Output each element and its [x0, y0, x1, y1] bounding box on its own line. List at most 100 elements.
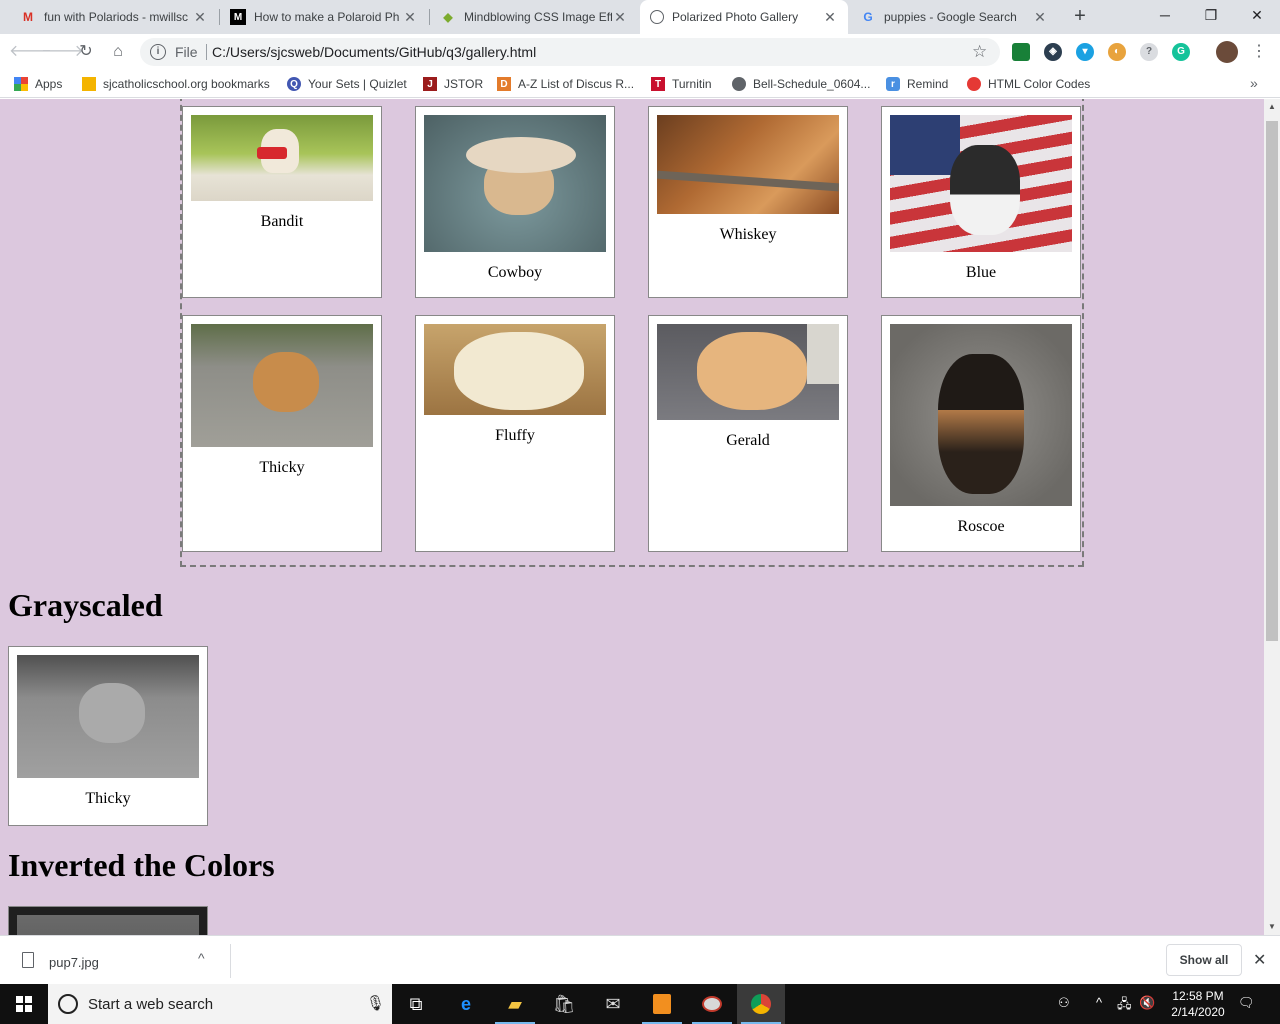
maximize-button[interactable]: ❐ [1188, 0, 1234, 30]
search-placeholder: Start a web search [88, 996, 214, 1013]
bookmark-label: A-Z List of Discus R... [518, 77, 635, 91]
chevron-up-icon[interactable]: ^ [1096, 995, 1102, 1010]
network-icon[interactable]: 🖧 [1117, 995, 1132, 1017]
turnitin-icon: T [651, 77, 665, 91]
new-tab-button[interactable]: + [1068, 5, 1092, 29]
bookmark-star-icon[interactable]: ☆ [972, 42, 987, 62]
bookmark-turnitin[interactable]: T Turnitin [651, 76, 712, 92]
codepen-diamond-icon: ◆ [443, 10, 453, 24]
taskbar-search-box[interactable]: Start a web search 🎙 [48, 984, 392, 1024]
file-explorer-icon[interactable]: ▰ [491, 984, 539, 1024]
medium-icon: M [230, 9, 246, 25]
chrome-icon[interactable] [737, 984, 785, 1024]
show-all-button[interactable]: Show all [1166, 944, 1242, 976]
apps-grid-icon [14, 77, 28, 91]
close-shelf-icon[interactable]: ✕ [1253, 950, 1266, 970]
grammarly-icon[interactable]: G [1172, 43, 1190, 61]
page-viewport: Bandit Cowboy Whiskey Blue Thicky Fluffy… [0, 99, 1264, 935]
sublime-text-icon[interactable] [638, 984, 686, 1024]
tab-strip: M fun with Polariods - mwillsc ✕ M How t… [0, 0, 1280, 34]
bookmark-label: Remind [907, 77, 949, 91]
bookmark-folder-sjcatholicschool[interactable]: sjcatholicschool.org bookmarks [82, 76, 270, 92]
shelf-divider [230, 944, 231, 978]
close-tab-icon[interactable]: ✕ [612, 9, 628, 26]
forward-button[interactable]: 🡒 [41, 39, 84, 65]
edge-icon[interactable]: e [442, 984, 490, 1024]
google-icon: G [863, 10, 873, 24]
tab-medium[interactable]: M How to make a Polaroid Ph ✕ [220, 0, 428, 34]
polaroid-card-whiskey: Whiskey [648, 106, 848, 298]
address-bar[interactable]: i File C:/Users/sjcsweb/Documents/GitHub… [140, 38, 1000, 66]
file-icon [22, 952, 34, 968]
tab-polarized-gallery[interactable]: Polarized Photo Gallery ✕ [640, 0, 848, 34]
bookmark-remind[interactable]: r Remind [886, 76, 948, 92]
remind-icon: r [886, 77, 900, 91]
page-scrollbar[interactable]: ▲ ▼ [1264, 99, 1280, 935]
close-tab-icon[interactable]: ✕ [402, 9, 418, 26]
close-tab-icon[interactable]: ✕ [1032, 9, 1048, 26]
bookmark-discus[interactable]: D A-Z List of Discus R... [497, 76, 634, 92]
more-bookmarks-chevron-icon[interactable]: » [1250, 75, 1258, 91]
colorful-extension-icon[interactable]: ◐ [1108, 43, 1126, 61]
puppy-photo [890, 115, 1072, 252]
close-tab-icon[interactable]: ✕ [192, 9, 208, 26]
tab-title: fun with Polariods - mwillsc [44, 10, 189, 24]
omnibox-divider [206, 44, 207, 60]
home-button[interactable]: ⌂ [105, 39, 131, 65]
volume-muted-icon[interactable]: 🔇 [1139, 995, 1155, 1011]
close-window-button[interactable]: ✕ [1234, 0, 1280, 30]
windows-taskbar: Start a web search 🎙 ⧉ e ▰ 🛍 ✉ ⚇ ^ 🖧 🔇 1… [0, 984, 1280, 1024]
inverted-puppy-photo [17, 915, 199, 935]
jstor-icon: J [423, 77, 437, 91]
profile-avatar[interactable] [1216, 41, 1238, 63]
tab-gmail[interactable]: M fun with Polariods - mwillsc ✕ [10, 0, 218, 34]
polaroid-card-grayscale: Thicky [8, 646, 208, 826]
reload-button[interactable]: ↻ [73, 39, 99, 65]
menu-kebab-icon[interactable]: ⋮ [1246, 39, 1272, 65]
polaroid-card-bandit: Bandit [182, 106, 382, 298]
discus-icon: D [497, 77, 511, 91]
browser-toolbar: 🡐 🡒 ↻ ⌂ i File C:/Users/sjcsweb/Document… [0, 34, 1280, 70]
scroll-thumb[interactable] [1266, 121, 1278, 641]
bookmark-bell-schedule[interactable]: Bell-Schedule_0604... [732, 76, 870, 92]
scroll-up-arrow-icon[interactable]: ▲ [1264, 99, 1280, 115]
bookmark-quizlet[interactable]: Q Your Sets | Quizlet [287, 76, 407, 92]
bookmark-html-color-codes[interactable]: HTML Color Codes [967, 76, 1090, 92]
photo-caption: Roscoe [957, 518, 1005, 535]
microphone-icon[interactable]: 🎙 [366, 994, 385, 1012]
mail-icon[interactable]: ✉ [589, 984, 637, 1024]
minimize-button[interactable]: ─ [1142, 0, 1188, 30]
polaroid-card-cowboy: Cowboy [415, 106, 615, 298]
globe-icon [732, 77, 746, 91]
chevron-up-icon[interactable]: ^ [198, 950, 205, 966]
close-tab-icon[interactable]: ✕ [822, 9, 838, 26]
start-button[interactable] [0, 984, 48, 1024]
action-center-icon[interactable]: 🗨 [1238, 995, 1255, 1011]
polaroid-card-thicky: Thicky [182, 315, 382, 552]
photo-caption: Thicky [259, 459, 305, 476]
folder-icon [82, 77, 96, 91]
clock-date: 2/14/2020 [1171, 1005, 1225, 1019]
back-button[interactable]: 🡐 [9, 39, 52, 65]
task-view-icon[interactable]: ⧉ [392, 984, 440, 1024]
bookmark-apps[interactable]: Apps [14, 76, 62, 92]
shield-extension-icon[interactable]: ◈ [1044, 43, 1062, 61]
tab-codepen[interactable]: ◆ Mindblowing CSS Image Eff ✕ [430, 0, 638, 34]
download-file-name[interactable]: pup7.jpg [49, 955, 99, 970]
taskbar-clock[interactable]: 12:58 PM 2/14/2020 [1160, 988, 1236, 1020]
store-icon[interactable]: 🛍 [540, 984, 588, 1024]
tab-google-search[interactable]: G puppies - Google Search ✕ [850, 0, 1058, 34]
polaroid-card-gerald: Gerald [648, 315, 848, 552]
people-icon[interactable]: ⚇ [1058, 995, 1070, 1011]
google-classroom-extension-icon[interactable] [1012, 43, 1030, 61]
paint-icon[interactable] [688, 984, 736, 1024]
scroll-down-arrow-icon[interactable]: ▼ [1264, 919, 1280, 935]
info-icon[interactable]: i [150, 44, 166, 60]
url-text[interactable]: C:/Users/sjcsweb/Documents/GitHub/q3/gal… [212, 44, 536, 60]
blue-shield-extension-icon[interactable]: ▾ [1076, 43, 1094, 61]
puppy-photo [424, 115, 606, 252]
polaroid-card-blue: Blue [881, 106, 1081, 298]
help-extension-icon[interactable]: ? [1140, 43, 1158, 61]
bookmark-jstor[interactable]: J JSTOR [423, 76, 483, 92]
tab-title: How to make a Polaroid Ph [254, 10, 400, 24]
